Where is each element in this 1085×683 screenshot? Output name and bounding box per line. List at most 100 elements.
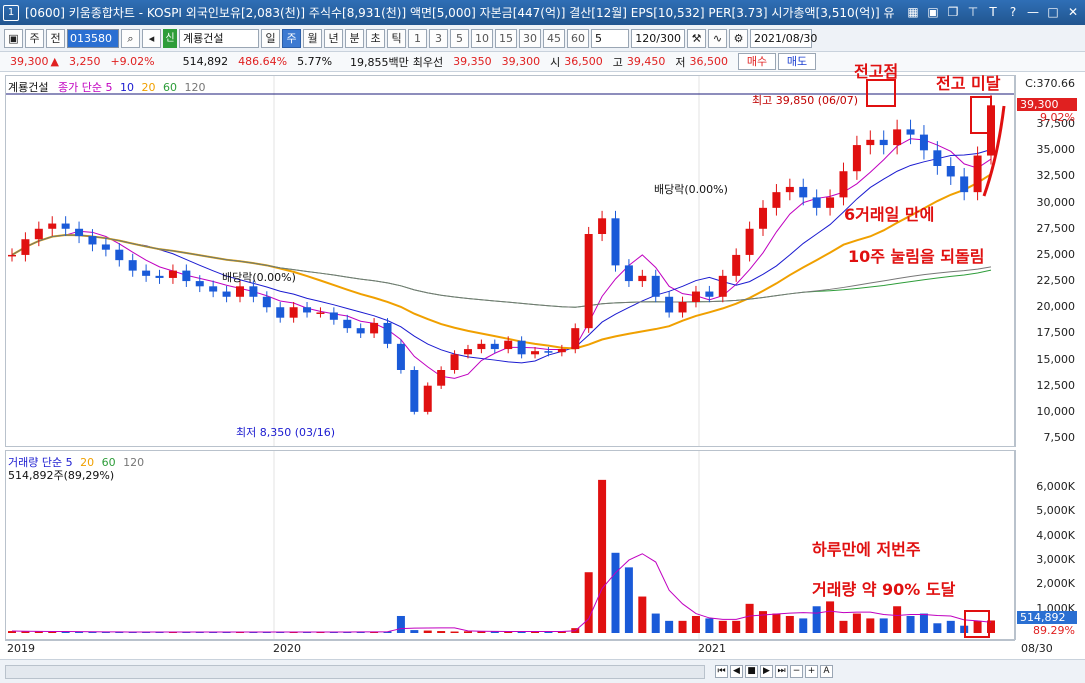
ask-price: 39,350	[453, 55, 492, 68]
candle	[235, 286, 244, 297]
interval-3[interactable]: 3	[429, 28, 448, 48]
candle	[276, 307, 285, 318]
volume-chart[interactable]: 거래량 단순 5 20 60 120 514,892주(89,29%) 하루만에…	[5, 450, 1015, 640]
change-percent: +9.02%	[110, 55, 155, 68]
period-minute[interactable]: 분	[345, 28, 364, 48]
buy-button[interactable]: 매수	[738, 53, 777, 70]
candle	[450, 354, 459, 370]
volume-bar	[651, 613, 660, 633]
search-icon[interactable]: ⌕	[121, 28, 140, 48]
candle	[745, 228, 754, 255]
scroll-bar: ⏮ ◀ ■ ▶ ⏭ − + A	[0, 659, 1085, 683]
price-tick: 25,000	[1036, 247, 1076, 261]
volume-bar	[396, 615, 405, 633]
candle	[437, 370, 446, 386]
candle	[906, 129, 915, 135]
tools-icon[interactable]: ⚒	[687, 28, 706, 48]
interval-1[interactable]: 1	[408, 28, 427, 48]
candle	[396, 343, 405, 370]
maximize-icon[interactable]: □	[1045, 4, 1061, 20]
x-label-2020: 2020	[273, 642, 301, 655]
candle	[477, 343, 486, 350]
minimize-icon[interactable]: —	[1025, 4, 1041, 20]
price-axis: 37,500 35,000 32,500 30,000 27,500 25,000 22,5…	[1015, 75, 1081, 447]
volume-bar	[437, 631, 446, 633]
stock-name-field[interactable]: 계룡건설	[179, 28, 259, 48]
volume-value-label: 514,892주(89,29%)	[8, 469, 115, 482]
candle	[48, 223, 57, 229]
prev-high-box	[866, 79, 896, 107]
candle	[718, 275, 727, 297]
legend-ma20: 20	[141, 81, 156, 94]
current-volume-percent: 89.29%	[1033, 624, 1075, 638]
layout-icon[interactable]: ▣	[4, 28, 23, 48]
volume-bar	[933, 623, 942, 633]
volume-bar	[75, 632, 84, 633]
open-label: 시	[550, 55, 561, 69]
interval-45[interactable]: 45	[543, 28, 565, 48]
zoom-out-icon[interactable]: −	[790, 665, 803, 678]
price-chart[interactable]: 계룡건설 종가 단순 5 10 20 60 120 최고 39,850 (06/…	[5, 62, 1015, 447]
ma-line-120	[11, 234, 992, 308]
interval-10[interactable]: 10	[471, 28, 493, 48]
price-tick: 30,000	[1036, 195, 1076, 209]
candle	[665, 296, 674, 313]
price-tick: 17,500	[1036, 326, 1076, 340]
sell-button[interactable]: 매도	[778, 53, 817, 70]
candle	[651, 275, 660, 297]
interval-60[interactable]: 60	[567, 28, 589, 48]
window-icon[interactable]: ▣	[925, 4, 941, 20]
tile-icon[interactable]: ▦	[905, 4, 921, 20]
high-marker-label: 최고 39,850 (06/07)	[752, 94, 859, 107]
chart-scrollbar[interactable]	[5, 664, 705, 679]
stop-icon[interactable]: ■	[745, 665, 758, 678]
next-icon[interactable]: ▶	[760, 665, 773, 678]
zoom-in-icon[interactable]: +	[805, 665, 818, 678]
candle	[155, 275, 164, 278]
close-icon[interactable]: ✕	[1065, 4, 1081, 20]
scope-select[interactable]: 전	[46, 28, 65, 48]
pin-icon[interactable]: ⊤	[965, 4, 981, 20]
interval-select[interactable]: 5	[591, 28, 629, 48]
period-year[interactable]: 년	[324, 28, 343, 48]
auto-icon[interactable]: A	[820, 665, 833, 678]
speaker-icon[interactable]: ◂	[142, 28, 161, 48]
period-day[interactable]: 일	[261, 28, 280, 48]
price-scale-label: C:370.66	[1025, 77, 1075, 90]
interval-15[interactable]: 15	[495, 28, 517, 48]
copy-icon[interactable]: ❐	[945, 4, 961, 20]
interval-30[interactable]: 30	[519, 28, 541, 48]
candle	[919, 134, 928, 151]
x-label-end: 08/30	[1021, 642, 1053, 655]
text-icon[interactable]: T	[985, 4, 1001, 20]
period-month[interactable]: 월	[303, 28, 322, 48]
current-price-marker: 39,300	[1017, 98, 1077, 112]
bar-count-field[interactable]: 120/300	[631, 28, 685, 48]
stock-code-input[interactable]: 013580	[67, 28, 119, 48]
period-week[interactable]: 주	[282, 28, 301, 48]
volume-bar	[826, 601, 835, 633]
first-icon[interactable]: ⏮	[715, 665, 728, 678]
settings-icon[interactable]: ⚙	[729, 28, 748, 48]
interval-5[interactable]: 5	[450, 28, 469, 48]
volume-ratio: 486.64%	[238, 55, 288, 68]
prev-icon[interactable]: ◀	[730, 665, 743, 678]
last-icon[interactable]: ⏭	[775, 665, 788, 678]
volume-bar	[598, 479, 607, 633]
period-second[interactable]: 초	[366, 28, 385, 48]
x-label-2019: 2019	[7, 642, 35, 655]
open-price: 36,500	[564, 55, 603, 68]
volume-bar	[477, 631, 486, 633]
volume-bar	[463, 631, 472, 633]
volume-bar	[866, 618, 875, 633]
volume-highlight-box	[964, 610, 990, 638]
candle	[933, 150, 942, 166]
current-volume-marker: 514,892	[1017, 611, 1077, 625]
date-field[interactable]: 2021/08/30	[750, 28, 817, 48]
volume-axis: 6,000K 5,000K 4,000K 3,000K 2,000K 1,000K 514,…	[1015, 450, 1081, 640]
candle	[410, 370, 419, 412]
period-tick[interactable]: 틱	[387, 28, 406, 48]
help-icon[interactable]: ?	[1005, 4, 1021, 20]
market-select[interactable]: 주	[25, 28, 44, 48]
indicator-icon[interactable]: ∿	[708, 28, 727, 48]
